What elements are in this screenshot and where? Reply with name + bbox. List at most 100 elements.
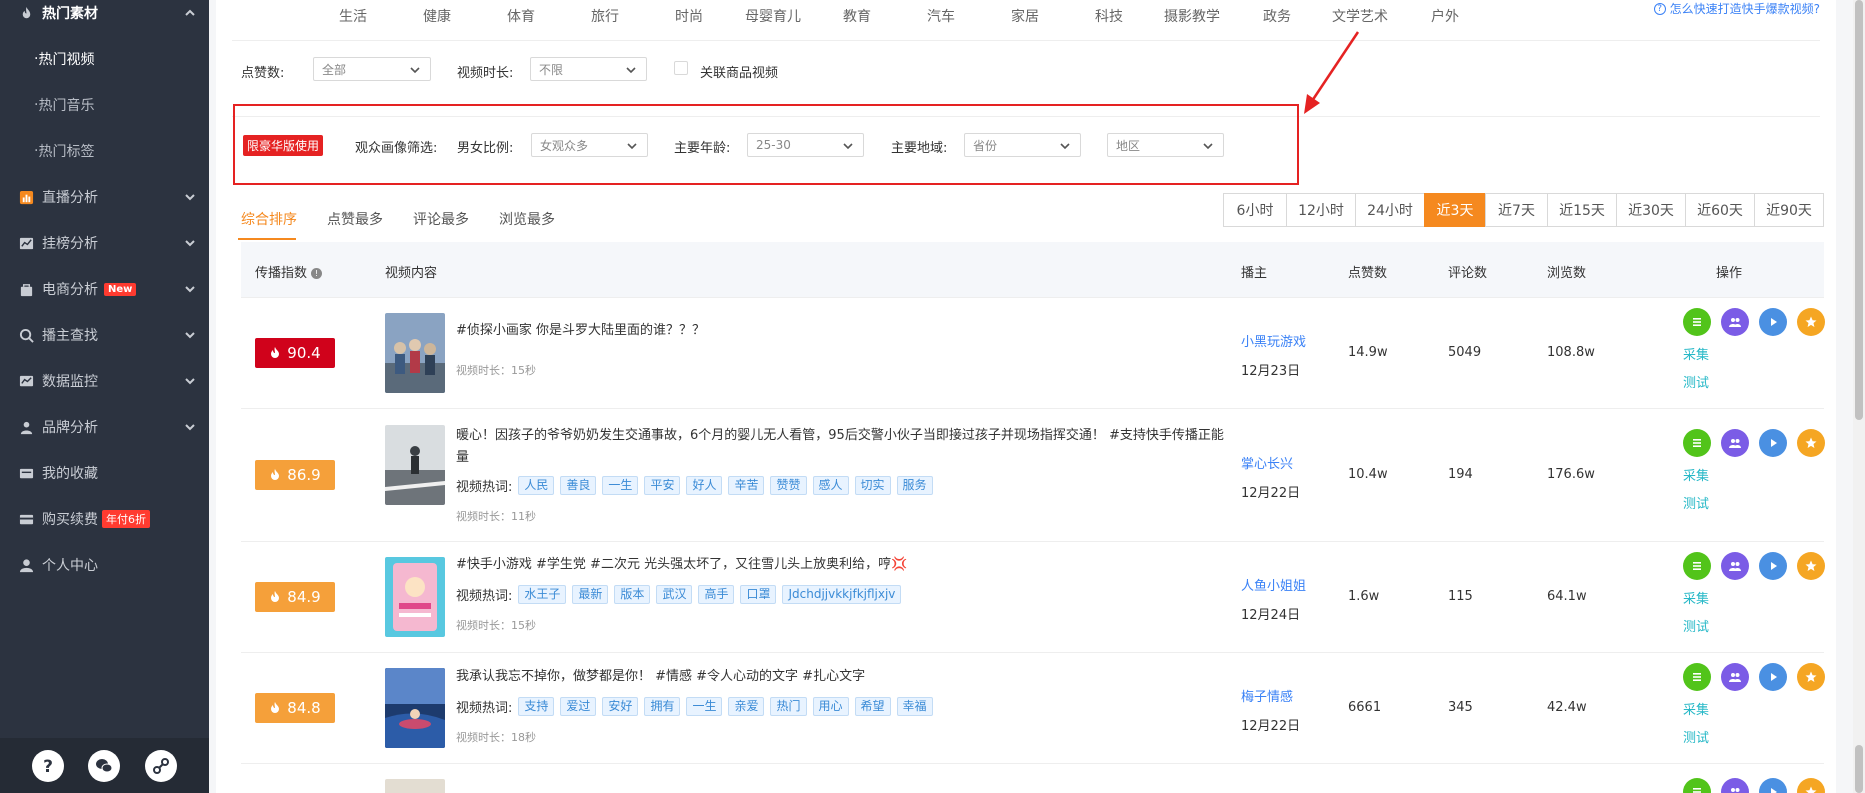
hot-word-tag[interactable]: 安好 (602, 697, 639, 716)
duration-select[interactable]: 不限 (530, 57, 647, 81)
sidebar-item-hot-music[interactable]: · 热门音乐 (0, 82, 209, 128)
category-item[interactable]: 生活 (339, 6, 367, 26)
category-item[interactable]: 时尚 (675, 6, 703, 26)
video-thumbnail[interactable] (385, 668, 445, 748)
sidebar-item-live-analysis[interactable]: 直播分析 (0, 174, 209, 220)
goods-video-checkbox[interactable] (674, 61, 688, 75)
scrollbar-thumb-lower[interactable] (1855, 745, 1863, 793)
hot-word-tag[interactable]: 用心 (812, 697, 849, 716)
time-range-60d[interactable]: 近60天 (1685, 193, 1755, 227)
info-icon[interactable]: ! (311, 268, 323, 279)
favorite-button[interactable] (1797, 429, 1825, 457)
video-thumbnail[interactable] (385, 425, 445, 505)
play-button[interactable] (1759, 552, 1787, 580)
sidebar-item-hot-tags[interactable]: · 热门标签 (0, 128, 209, 174)
play-button[interactable] (1759, 308, 1787, 336)
play-button[interactable] (1759, 778, 1787, 793)
audience-button[interactable] (1721, 663, 1749, 691)
category-item[interactable]: 科技 (1095, 6, 1123, 26)
author-link[interactable]: 梅子情感 (1241, 686, 1293, 705)
video-thumbnail[interactable] (385, 779, 445, 793)
collect-link[interactable]: 采集 (1683, 588, 1709, 607)
table-row[interactable] (241, 764, 1825, 793)
time-range-15d[interactable]: 近15天 (1547, 193, 1617, 227)
author-link[interactable]: 掌心长兴 (1241, 453, 1293, 472)
hot-word-tag[interactable]: 善良 (560, 476, 597, 495)
video-title[interactable]: #侦探小画家 你是斗罗大陆里面的谁？？？ (456, 320, 1226, 342)
detail-button[interactable] (1683, 552, 1711, 580)
sidebar-item-hot-video[interactable]: · 热门视频 (0, 36, 209, 82)
area-select[interactable]: 地区 (1107, 133, 1224, 157)
gender-ratio-select[interactable]: 女观众多 (531, 133, 648, 157)
test-link[interactable]: 测试 (1683, 616, 1709, 635)
hot-word-tag[interactable]: 切实 (854, 476, 891, 495)
category-item[interactable]: 政务 (1263, 6, 1291, 26)
link-icon[interactable] (144, 749, 177, 782)
hot-word-tag[interactable]: 口罩 (740, 585, 777, 604)
page-scrollbar[interactable] (1853, 0, 1865, 793)
hot-word-tag[interactable]: 一生 (602, 476, 639, 495)
category-item[interactable]: 教育 (843, 6, 871, 26)
detail-button[interactable] (1683, 429, 1711, 457)
hot-word-tag[interactable]: 水王子 (518, 585, 567, 604)
hot-word-tag[interactable]: 好人 (686, 476, 723, 495)
category-item[interactable]: 旅行 (591, 6, 619, 26)
audience-button[interactable] (1721, 308, 1749, 336)
video-title[interactable]: #快手小游戏 #学生党 #二次元 光头强太坏了，又往雪儿头上放奥利给，哼💢 (456, 554, 1226, 576)
audience-button[interactable] (1721, 778, 1749, 793)
favorite-button[interactable] (1797, 308, 1825, 336)
category-item[interactable]: 体育 (507, 6, 535, 26)
category-item[interactable]: 母婴育儿 (745, 6, 801, 26)
collect-link[interactable]: 采集 (1683, 699, 1709, 718)
table-row[interactable]: 84.9 #快手小游戏 #学生党 #二次元 光头强太坏了，又往雪儿头上放奥利给，… (241, 542, 1825, 653)
favorite-button[interactable] (1797, 778, 1825, 793)
tab-most-views[interactable]: 浏览最多 (499, 209, 555, 229)
sidebar-item-purchase[interactable]: 购买续费 年付6折 (0, 496, 209, 542)
category-item[interactable]: 汽车 (927, 6, 955, 26)
time-range-90d[interactable]: 近90天 (1754, 193, 1824, 227)
collect-link[interactable]: 采集 (1683, 465, 1709, 484)
collect-link[interactable]: 采集 (1683, 344, 1709, 363)
hot-word-tag[interactable]: 支持 (518, 697, 555, 716)
hot-word-tag[interactable]: 热门 (770, 697, 807, 716)
table-row[interactable]: 90.4 #侦探小画家 你是斗罗大陆里面的谁？？？ 视频时长：15秒 小黑玩游戏… (241, 298, 1825, 409)
detail-button[interactable] (1683, 663, 1711, 691)
play-button[interactable] (1759, 429, 1787, 457)
time-range-24h[interactable]: 24小时 (1355, 193, 1425, 227)
hot-word-tag[interactable]: 幸福 (896, 697, 933, 716)
author-link[interactable]: 人鱼小姐姐 (1241, 575, 1306, 594)
time-range-12h[interactable]: 12小时 (1286, 193, 1356, 227)
sidebar-item-ecommerce-analysis[interactable]: 电商分析 New (0, 266, 209, 312)
hot-word-tag[interactable]: 人民 (518, 476, 555, 495)
hot-word-tag[interactable]: 亲爱 (728, 697, 765, 716)
help-icon[interactable]: ? (32, 749, 65, 782)
video-title[interactable]: 暖心！因孩子的爷爷奶奶发生交通事故，6个月的婴儿无人看管，95后交警小伙子当即接… (456, 425, 1226, 469)
hot-word-tag[interactable]: 爱过 (560, 697, 597, 716)
hot-word-tag[interactable]: 一生 (686, 697, 723, 716)
time-range-6h[interactable]: 6小时 (1223, 193, 1287, 227)
video-thumbnail[interactable] (385, 313, 445, 393)
category-item[interactable]: 健康 (423, 6, 451, 26)
sidebar-item-hot-material[interactable]: 热门素材 (0, 0, 209, 36)
hot-word-tag[interactable]: 平安 (644, 476, 681, 495)
table-row[interactable]: 86.9 暖心！因孩子的爷爷奶奶发生交通事故，6个月的婴儿无人看管，95后交警小… (241, 409, 1825, 542)
scrollbar-thumb[interactable] (1855, 0, 1863, 420)
wechat-icon[interactable] (88, 749, 121, 782)
hot-word-tag[interactable]: 感人 (812, 476, 849, 495)
category-item[interactable]: 摄影教学 (1164, 6, 1220, 26)
play-button[interactable] (1759, 663, 1787, 691)
video-title[interactable]: 我承认我忘不掉你，做梦都是你！ #情感 #令人心动的文字 #扎心文字 (456, 666, 1226, 688)
tab-most-comments[interactable]: 评论最多 (413, 209, 469, 229)
favorite-button[interactable] (1797, 663, 1825, 691)
table-row[interactable]: 84.8 我承认我忘不掉你，做梦都是你！ #情感 #令人心动的文字 #扎心文字 … (241, 653, 1825, 764)
sidebar-item-personal-center[interactable]: 个人中心 (0, 542, 209, 588)
author-link[interactable]: 小黑玩游戏 (1241, 331, 1306, 350)
time-range-30d[interactable]: 近30天 (1616, 193, 1686, 227)
hot-word-tag[interactable]: 高手 (698, 585, 735, 604)
sidebar-item-streamer-search[interactable]: 播主查找 (0, 312, 209, 358)
category-item[interactable]: 文学艺术 (1332, 6, 1388, 26)
hot-word-tag[interactable]: 拥有 (644, 697, 681, 716)
favorite-button[interactable] (1797, 552, 1825, 580)
category-item[interactable]: 家居 (1011, 6, 1039, 26)
sidebar-item-rank-analysis[interactable]: 挂榜分析 (0, 220, 209, 266)
